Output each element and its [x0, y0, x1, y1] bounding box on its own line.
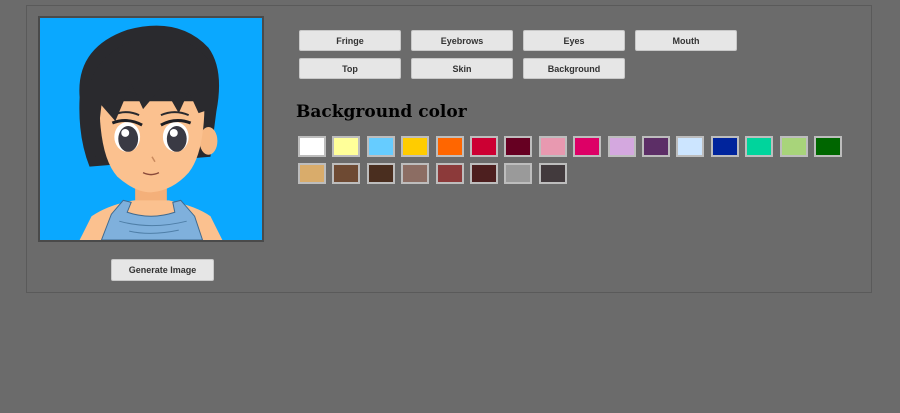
color-swatch[interactable]: [504, 163, 533, 184]
color-swatch[interactable]: [745, 136, 774, 157]
tab-fringe[interactable]: Fringe: [299, 30, 401, 51]
tab-eyes[interactable]: Eyes: [523, 30, 625, 51]
tab-top[interactable]: Top: [299, 58, 401, 79]
color-swatch[interactable]: [573, 136, 602, 157]
tab-background[interactable]: Background: [523, 58, 625, 79]
avatar-preview: [38, 16, 264, 242]
color-swatch[interactable]: [435, 163, 464, 184]
color-swatch[interactable]: [607, 136, 636, 157]
color-swatch[interactable]: [710, 136, 739, 157]
color-swatch[interactable]: [332, 163, 361, 184]
tab-mouth[interactable]: Mouth: [635, 30, 737, 51]
avatar-illustration: [79, 25, 223, 240]
color-swatch[interactable]: [332, 136, 361, 157]
color-swatch[interactable]: [298, 163, 326, 184]
color-swatch[interactable]: [298, 136, 326, 157]
color-swatch[interactable]: [470, 163, 498, 184]
color-swatch[interactable]: [366, 136, 395, 157]
color-swatch[interactable]: [504, 136, 533, 157]
tab-eyebrows[interactable]: Eyebrows: [411, 30, 513, 51]
color-swatch[interactable]: [366, 163, 395, 184]
section-title: Background color: [296, 102, 467, 122]
color-swatch[interactable]: [538, 163, 567, 184]
color-swatch[interactable]: [435, 136, 464, 157]
color-swatch[interactable]: [470, 136, 498, 157]
color-swatch[interactable]: [814, 136, 842, 157]
color-swatch[interactable]: [642, 136, 670, 157]
color-swatch[interactable]: [401, 136, 430, 157]
tab-skin[interactable]: Skin: [411, 58, 513, 79]
generate-image-button[interactable]: Generate Image: [111, 259, 214, 281]
color-swatch[interactable]: [676, 136, 705, 157]
color-swatch[interactable]: [779, 136, 808, 157]
color-swatch[interactable]: [538, 136, 567, 157]
color-swatch[interactable]: [401, 163, 430, 184]
